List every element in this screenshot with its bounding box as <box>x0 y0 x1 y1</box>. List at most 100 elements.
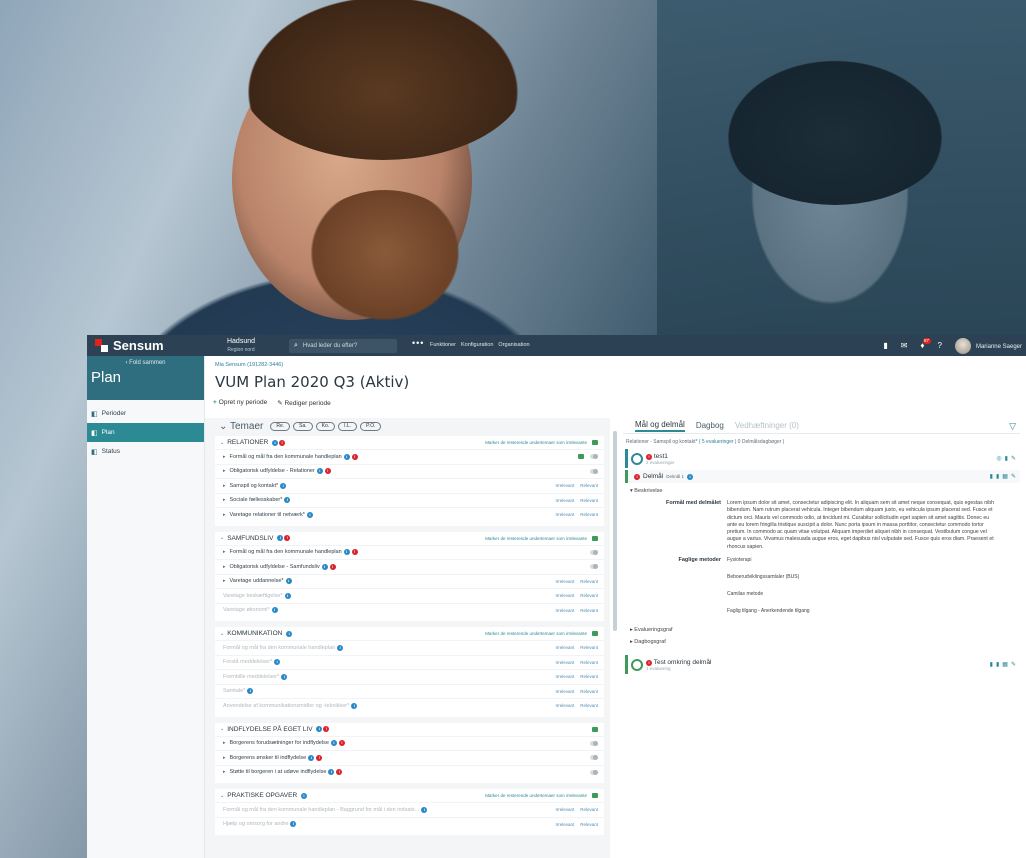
theme-pill[interactable]: Re. <box>270 421 291 431</box>
mail-icon[interactable]: ✉ <box>901 341 908 350</box>
section-header[interactable]: ⌄ SAMFUNDSLIV i! Marker de resterende und… <box>215 532 604 545</box>
target-icon[interactable]: ◎ <box>996 455 1001 462</box>
subgoal-header[interactable]: ! Delmål Delmål 1i ▮ ▮ ▦ ✎ <box>625 470 1020 483</box>
sidebar-item-status[interactable]: ◧ Status <box>87 442 204 461</box>
book-icon[interactable]: ▮ <box>1005 455 1008 462</box>
section-header[interactable]: ⌄ KOMMUNIKATION i Marker de resterende un… <box>215 627 604 640</box>
breadcrumb[interactable]: Mia Sensum (191282-3446) <box>205 356 1026 368</box>
bell-icon[interactable]: ♦ 87 <box>920 338 931 350</box>
list-item[interactable]: ▸ Samspil og kontakt* i Irrelevant Relevant <box>215 478 604 493</box>
irrelevant-button[interactable]: Irrelevant <box>555 674 574 679</box>
theme-pill[interactable]: P.O. <box>360 421 382 431</box>
list-item[interactable]: ▸ Borgerens ønsker til indflydelse i! <box>215 750 604 765</box>
irrelevant-button[interactable]: Irrelevant <box>555 579 574 584</box>
relevant-button[interactable]: Relevant <box>580 703 598 708</box>
theme-pill[interactable]: I.L. <box>338 421 358 431</box>
tab-dagbog[interactable]: Dagbog <box>696 421 724 430</box>
diary-graph-toggle[interactable]: ▸ Dagbogsgraf <box>623 637 1020 649</box>
book-icon[interactable]: ▮ <box>990 473 993 480</box>
list-item[interactable]: Anvendelse af kommunikationsmidler og -t… <box>215 698 604 713</box>
mark-irrelevant-link[interactable]: Marker de resterende undertemaer som irr… <box>485 440 587 445</box>
relevance-toggle[interactable] <box>590 564 598 570</box>
irrelevant-button[interactable]: Irrelevant <box>555 807 574 812</box>
nav-konfiguration[interactable]: Konfiguration <box>461 342 493 348</box>
relevant-button[interactable]: Relevant <box>580 660 598 665</box>
irrelevant-button[interactable]: Irrelevant <box>555 483 574 488</box>
relevance-toggle[interactable] <box>590 740 598 746</box>
goal-card[interactable]: ! test1 2 evalueringer ◎ ▮ ✎ <box>625 449 1020 468</box>
pencil-icon[interactable]: ✎ <box>1011 473 1016 480</box>
calendar-icon[interactable]: ▦ <box>1002 473 1008 480</box>
edit-period-button[interactable]: ✎ Rediger periode <box>277 399 331 407</box>
relevance-toggle[interactable] <box>590 468 598 474</box>
irrelevant-button[interactable]: Irrelevant <box>555 689 574 694</box>
list-item[interactable]: ▸ Formål og mål fra den kommunale handlep… <box>215 544 604 560</box>
mark-irrelevant-link[interactable]: Marker de resterende undertemaer som irr… <box>485 793 587 798</box>
search-input[interactable]: ⌕ Hvad leder du efter? <box>289 339 397 353</box>
more-menu-icon[interactable]: ••• <box>412 338 424 348</box>
list-item[interactable]: Hjælp og omsorg for andre i Irrelevant Rele… <box>215 816 604 832</box>
irrelevant-button[interactable]: Irrelevant <box>555 645 574 650</box>
section-header[interactable]: ⌄ PRAKTISKE OPGAVER i Marker de resterend… <box>215 789 604 802</box>
book-icon[interactable] <box>592 631 598 636</box>
list-item[interactable]: Forstå meddelelser* i Irrelevant Relevant <box>215 654 604 670</box>
tab-maal-og-delmaal[interactable]: Mål og delmål <box>635 420 685 432</box>
evaluation-graph-toggle[interactable]: ▸ Evalueringsgraf <box>623 625 1020 637</box>
sidebar-item-plan[interactable]: ◧ Plan <box>87 423 204 442</box>
list-item[interactable]: ▸ Sociale fællesskaber* i Irrelevant Relevan… <box>215 492 604 508</box>
pencil-icon[interactable]: ✎ <box>1011 455 1016 462</box>
book-icon[interactable] <box>592 440 598 445</box>
theme-pill[interactable]: Ko. <box>315 421 336 431</box>
theme-pill[interactable]: Sa. <box>293 421 313 431</box>
relevant-button[interactable]: Relevant <box>580 822 598 827</box>
relevant-button[interactable]: Relevant <box>580 645 598 650</box>
calendar-icon[interactable]: ▦ <box>1002 661 1008 668</box>
book-icon[interactable] <box>578 454 584 460</box>
evaluations-link[interactable]: ( 5 evalueringer <box>699 439 734 445</box>
book-icon[interactable] <box>592 793 598 798</box>
relevant-button[interactable]: Relevant <box>580 689 598 694</box>
list-item[interactable]: Varetage beskæftigelse* i Irrelevant Releva… <box>215 588 604 603</box>
relevance-toggle[interactable] <box>590 549 598 555</box>
relevant-button[interactable]: Relevant <box>580 498 598 503</box>
section-header[interactable]: ⌄ RELATIONER i! Marker de resterende unde… <box>215 436 604 449</box>
irrelevant-button[interactable]: Irrelevant <box>555 512 574 517</box>
tab-vedhaeftninger[interactable]: Vedhæftninger (0) <box>735 421 799 430</box>
list-item[interactable]: ▸ Obligatorisk udfyldelse - Samfundsliv i! <box>215 559 604 574</box>
list-item[interactable]: ▸ Obligatorisk udfyldelse - Relationer i! <box>215 463 604 479</box>
new-period-button[interactable]: + Opret ny periode <box>213 399 267 407</box>
mark-irrelevant-link[interactable]: Marker de resterende undertemaer som irr… <box>485 536 587 541</box>
mark-irrelevant-link[interactable]: Marker de resterende undertemaer som irr… <box>485 631 587 636</box>
nav-organisation[interactable]: Organisation <box>498 342 529 348</box>
list-item[interactable]: ▸ Formål og mål fra den kommunale handlep… <box>215 449 604 464</box>
nav-funktioner[interactable]: Funktioner <box>430 342 456 348</box>
relevance-toggle[interactable] <box>590 755 598 761</box>
user-menu[interactable]: Marianne Saeger <box>954 337 1022 354</box>
book-icon[interactable]: ▮ <box>996 661 999 668</box>
filter-icon[interactable]: ▽ <box>1009 421 1016 432</box>
list-item[interactable]: Frembille meddelelser* i Irrelevant Relevan… <box>215 669 604 684</box>
list-item[interactable]: ▸ Støtte til borgeren i at udøve indflyde… <box>215 764 604 780</box>
irrelevant-button[interactable]: Irrelevant <box>555 703 574 708</box>
help-icon[interactable]: ? <box>938 341 942 350</box>
sidebar-item-perioder[interactable]: ◧ Perioder <box>87 404 204 423</box>
goal-card[interactable]: ! Test omkring delmål 1 evaluering ▮ ▮ ▦ ✎ <box>625 655 1020 675</box>
irrelevant-button[interactable]: Irrelevant <box>555 498 574 503</box>
relevant-button[interactable]: Relevant <box>580 512 598 517</box>
list-item[interactable]: Formål og mål fra den kommunale handlepl… <box>215 640 604 655</box>
pencil-icon[interactable]: ✎ <box>1011 661 1016 668</box>
list-item[interactable]: ▸ Borgerens forudsætninger for indflydels… <box>215 735 604 751</box>
relevant-button[interactable]: Relevant <box>580 579 598 584</box>
list-item[interactable]: ▸ Varetage relationer til netværk* i Irrele… <box>215 507 604 522</box>
relevant-button[interactable]: Relevant <box>580 807 598 812</box>
brand-logo[interactable]: Sensum <box>87 338 205 353</box>
document-icon[interactable]: ▮ <box>883 341 887 350</box>
description-toggle[interactable]: ▾ Beskrivelse <box>623 483 1020 494</box>
book-icon[interactable]: ▮ <box>990 661 993 668</box>
fold-sidebar-button[interactable]: ‹ Fold sammen <box>87 356 204 366</box>
list-item[interactable]: ▸ Varetage uddannelse* i Irrelevant Relevant <box>215 573 604 589</box>
irrelevant-button[interactable]: Irrelevant <box>555 660 574 665</box>
list-item[interactable]: Samtale* i Irrelevant Relevant <box>215 683 604 699</box>
list-item[interactable]: Formål og mål fra den kommunale handlepl… <box>215 802 604 817</box>
relevance-toggle[interactable] <box>590 769 598 775</box>
